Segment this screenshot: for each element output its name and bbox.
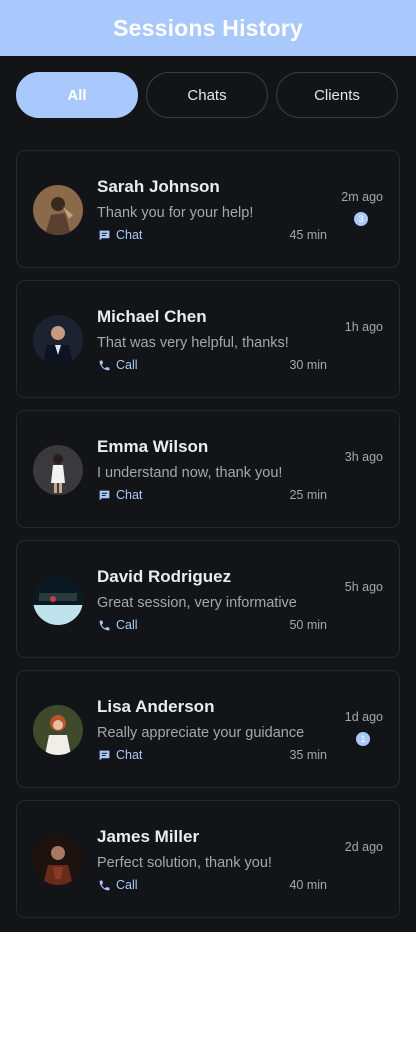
chat-icon xyxy=(97,488,111,502)
client-name: Sarah Johnson xyxy=(97,177,220,196)
tab-chats[interactable]: Chats xyxy=(146,72,268,118)
phone-icon xyxy=(97,618,111,632)
avatar xyxy=(33,315,83,365)
session-card[interactable]: Sarah Johnson Thank you for your help! C… xyxy=(16,150,400,268)
tab-all[interactable]: All xyxy=(16,72,138,118)
phone-icon xyxy=(97,878,111,892)
session-type-label: Chat xyxy=(116,748,143,762)
sessions-list: Sarah Johnson Thank you for your help! C… xyxy=(16,150,400,930)
session-type: Call xyxy=(97,618,138,632)
session-duration: 25 min xyxy=(289,488,327,502)
session-type: Chat xyxy=(97,748,142,762)
avatar xyxy=(33,445,83,495)
session-time: 5h ago xyxy=(344,580,383,594)
last-message: Really appreciate your guidance xyxy=(97,725,305,741)
session-duration: 50 min xyxy=(289,618,327,632)
session-time: 2d ago xyxy=(344,840,383,854)
avatar xyxy=(33,835,83,885)
session-type-label: Call xyxy=(116,878,138,892)
chat-icon xyxy=(97,748,111,762)
filter-tabs: All Chats Clients xyxy=(16,72,400,118)
session-card[interactable]: Emma Wilson I understand now, thank you!… xyxy=(16,410,400,528)
session-type-label: Chat xyxy=(116,488,143,502)
session-type-label: Call xyxy=(116,618,138,632)
last-message: Thank you for your help! xyxy=(97,205,254,221)
session-duration: 45 min xyxy=(289,228,327,242)
session-type-label: Call xyxy=(116,358,138,372)
phone-icon xyxy=(97,358,111,372)
session-card[interactable]: David Rodriguez Great session, very info… xyxy=(16,540,400,658)
session-duration: 40 min xyxy=(289,878,327,892)
last-message: That was very helpful, thanks! xyxy=(97,335,289,351)
top-bar: Sessions History xyxy=(0,0,416,56)
session-type: Chat xyxy=(97,488,142,502)
client-name: James Miller xyxy=(97,827,200,846)
unread-badge: 1 xyxy=(356,732,370,746)
session-time: 2m ago xyxy=(341,190,383,204)
last-message: Perfect solution, thank you! xyxy=(97,855,272,871)
session-time: 1d ago xyxy=(344,710,383,724)
app-screen: Sessions History All Chats Clients Sarah… xyxy=(0,0,416,932)
client-name: David Rodriguez xyxy=(97,567,232,586)
session-type: Call xyxy=(97,358,138,372)
tab-clients[interactable]: Clients xyxy=(276,72,398,118)
unread-badge: 3 xyxy=(354,212,368,226)
session-time: 1h ago xyxy=(344,320,383,334)
client-name: Emma Wilson xyxy=(97,437,209,456)
chat-icon xyxy=(97,228,111,242)
session-card[interactable]: Michael Chen That was very helpful, than… xyxy=(16,280,400,398)
session-type: Chat xyxy=(97,228,142,242)
last-message: I understand now, thank you! xyxy=(97,465,283,481)
avatar xyxy=(33,705,83,755)
session-duration: 30 min xyxy=(289,358,327,372)
client-name: Michael Chen xyxy=(97,307,207,326)
session-time: 3h ago xyxy=(344,450,383,464)
page-title: Sessions History xyxy=(113,14,303,41)
session-card[interactable]: James Miller Perfect solution, thank you… xyxy=(16,800,400,918)
session-card[interactable]: Lisa Anderson Really appreciate your gui… xyxy=(16,670,400,788)
client-name: Lisa Anderson xyxy=(97,697,215,716)
avatar xyxy=(33,575,83,625)
session-type-label: Chat xyxy=(116,228,143,242)
session-type: Call xyxy=(97,878,138,892)
last-message: Great session, very informative xyxy=(97,595,297,611)
avatar xyxy=(33,185,83,235)
session-duration: 35 min xyxy=(289,748,327,762)
